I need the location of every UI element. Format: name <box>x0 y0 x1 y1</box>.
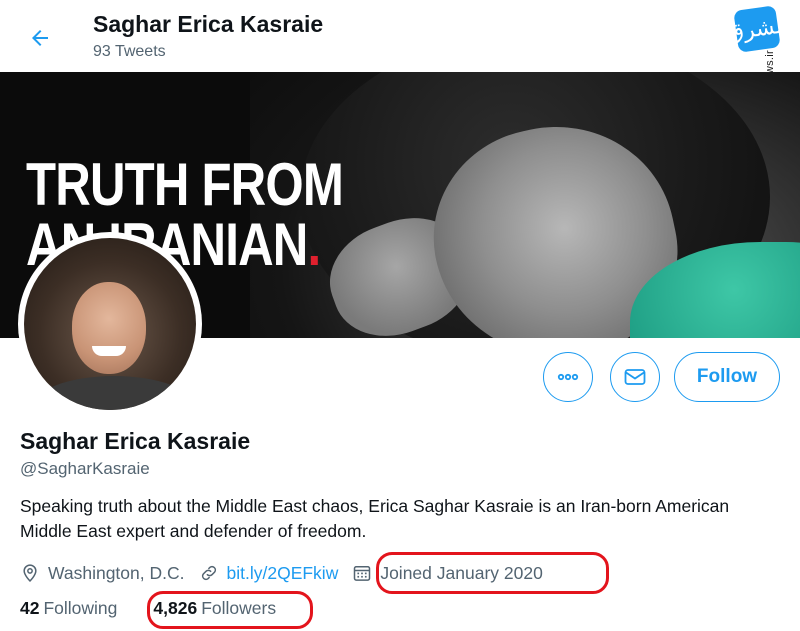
location-pin-icon <box>23 564 37 582</box>
following-count: 42 <box>20 598 40 618</box>
profile-name: Saghar Erica Kasraie <box>20 428 251 454</box>
profile-avatar[interactable] <box>18 232 202 416</box>
banner-text-line1: TRUTH FROM <box>26 151 344 218</box>
message-button[interactable] <box>610 352 660 402</box>
profile-stats: 42 Following 4,826 Followers <box>20 598 312 619</box>
profile-header-bar: Saghar Erica Kasraie 93 Tweets <box>0 0 800 72</box>
followers-stat[interactable]: 4,826 Followers <box>153 598 276 619</box>
more-button[interactable] <box>543 352 593 402</box>
website-item[interactable]: bit.ly/2QEFkiw <box>199 563 339 584</box>
more-horizontal-icon <box>557 373 579 381</box>
profile-bio: Speaking truth about the Middle East cha… <box>20 496 730 541</box>
calendar-icon <box>354 566 371 581</box>
avatar-shoulder <box>34 376 194 410</box>
joined-text: Joined January 2020 <box>380 562 543 583</box>
link-icon <box>201 565 216 581</box>
following-label: Following <box>43 598 118 618</box>
website-link[interactable]: bit.ly/2QEFkiw <box>227 563 339 584</box>
envelope-icon <box>624 369 646 385</box>
location-item: Washington, D.C. <box>20 563 185 584</box>
profile-handle: @SagharKasraie <box>20 459 150 478</box>
followers-count: 4,826 <box>153 598 198 618</box>
follow-button[interactable]: Follow <box>674 352 780 402</box>
location-text: Washington, D.C. <box>48 562 185 583</box>
watermark-logo: مشرق <box>725 5 789 53</box>
avatar-face <box>72 282 146 374</box>
avatar-smile <box>92 346 126 356</box>
avatar-photo <box>24 238 196 410</box>
profile-meta: Washington, D.C. bit.ly/2QEFkiw Joined J… <box>20 560 557 586</box>
arrow-left-icon <box>32 30 48 46</box>
followers-label: Followers <box>201 598 277 618</box>
header-title: Saghar Erica Kasraie <box>93 11 324 37</box>
banner-text-period: . <box>307 211 322 278</box>
tweet-count: 93 Tweets <box>93 43 166 60</box>
back-button[interactable] <box>22 20 58 56</box>
following-stat[interactable]: 42 Following <box>20 598 117 619</box>
joined-item: Joined January 2020 <box>352 562 543 584</box>
